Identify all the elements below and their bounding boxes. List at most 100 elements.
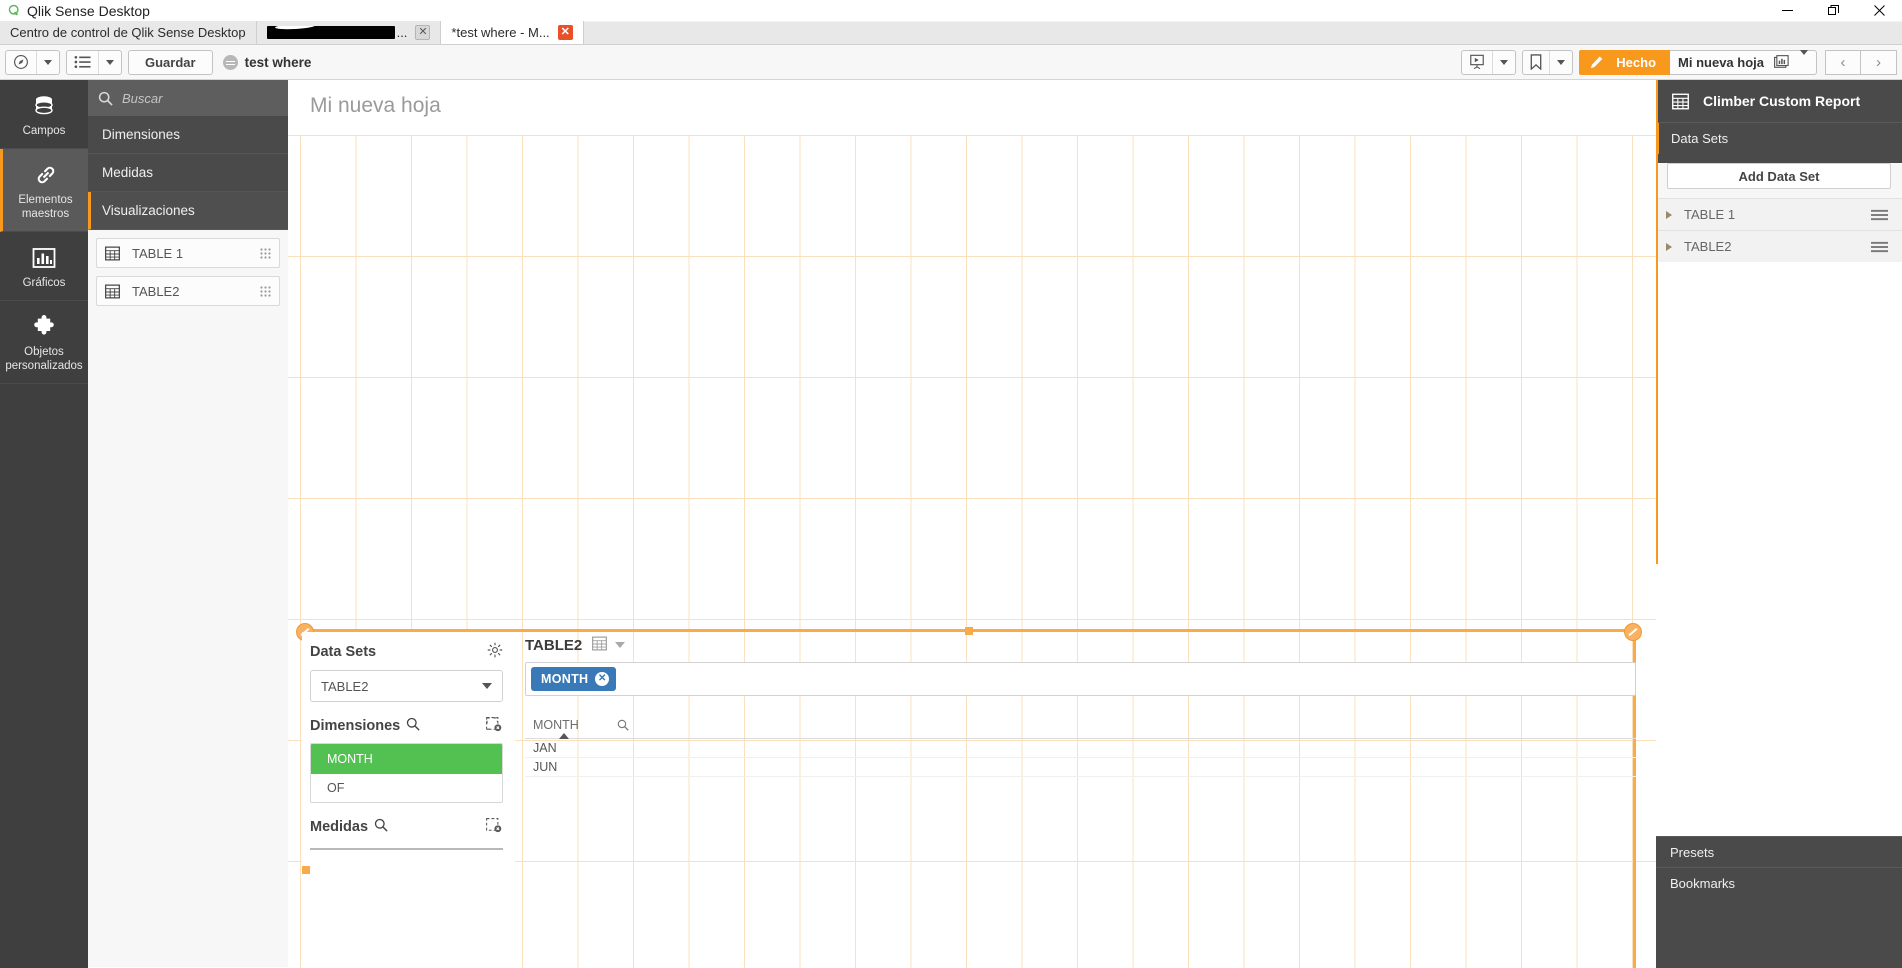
asset-tab-medidas[interactable]: Medidas: [88, 154, 288, 192]
rail-item-objetos-personalizados[interactable]: Objetos personalizados: [0, 301, 88, 384]
prev-sheet-button[interactable]: ‹: [1825, 49, 1861, 75]
object-config-panel: Data Sets TABLE2 Dimensiones MONTH OF Me…: [302, 632, 515, 968]
right-property-panel: Climber Custom Report Data Sets Add Data…: [1656, 80, 1902, 968]
clear-selection-icon[interactable]: [486, 716, 503, 736]
search-icon[interactable]: [374, 818, 388, 836]
cell-blank: [645, 757, 755, 777]
tab-control-center[interactable]: Centro de control de Qlik Sense Desktop: [0, 21, 257, 44]
asset-card-label: TABLE 1: [132, 245, 184, 261]
property-row-table2[interactable]: TABLE2: [1656, 230, 1902, 262]
next-sheet-button[interactable]: ›: [1861, 49, 1897, 75]
rail-item-label: Gráficos: [22, 277, 66, 289]
property-row-label: TABLE2: [1684, 239, 1732, 254]
app-name-label: test where: [244, 54, 312, 70]
asset-tab-visualizaciones[interactable]: Visualizaciones: [88, 192, 288, 230]
table-icon: [105, 246, 120, 261]
rail-item-elementos-maestros[interactable]: Elementos maestros: [0, 149, 88, 232]
asset-card-label: TABLE2: [132, 283, 180, 299]
gear-icon[interactable]: [487, 642, 503, 662]
storytelling-group[interactable]: [1461, 49, 1517, 75]
done-edit-button[interactable]: Hecho: [1579, 49, 1671, 75]
remove-chip-icon[interactable]: ✕: [595, 672, 610, 686]
table-icon[interactable]: [592, 636, 608, 655]
qlik-logo-icon: [6, 4, 22, 18]
navigation-menu-group[interactable]: [5, 49, 60, 75]
column-header-blank: [975, 716, 1085, 739]
hamburger-icon[interactable]: [1871, 209, 1888, 221]
app-name-display: test where: [222, 54, 312, 70]
drag-grip-icon[interactable]: [260, 285, 271, 297]
table-row[interactable]: JUN: [525, 757, 1636, 777]
drag-grip-icon[interactable]: [260, 247, 271, 259]
data-set-select[interactable]: TABLE2: [310, 670, 503, 702]
clear-selection-icon[interactable]: [486, 817, 503, 837]
triangle-right-icon[interactable]: [1666, 210, 1672, 219]
chevron-down-icon[interactable]: [1550, 51, 1572, 74]
asset-search-bar[interactable]: [88, 80, 288, 116]
property-row-table-1[interactable]: TABLE 1: [1656, 198, 1902, 230]
tab-close-icon[interactable]: ✕: [557, 25, 573, 40]
dimension-label: OF: [327, 781, 345, 795]
tab-test-where[interactable]: *test where - M... ✕: [441, 21, 584, 44]
tab-close-icon[interactable]: ✕: [415, 25, 431, 40]
chevron-down-icon[interactable]: [482, 683, 492, 689]
tab-label: *test where - M...: [451, 25, 550, 40]
cell-blank: [1195, 757, 1305, 777]
climber-custom-report-object[interactable]: Data Sets TABLE2 Dimensiones MONTH OF Me…: [302, 632, 1636, 968]
save-button[interactable]: Guardar: [128, 49, 213, 75]
property-row-label: TABLE 1: [1684, 207, 1736, 222]
dimension-dropzone[interactable]: MONTH ✕: [525, 662, 1636, 696]
resize-handle-bottom-left[interactable]: [302, 866, 310, 874]
bookmark-group[interactable]: [1522, 49, 1574, 75]
rail-item-label: Elementos maestros: [18, 194, 73, 220]
chevron-down-icon[interactable]: [615, 642, 626, 648]
property-section-data-sets[interactable]: Data Sets: [1656, 122, 1902, 154]
table-title-row: TABLE2: [525, 632, 1636, 658]
storytelling-icon[interactable]: [1462, 51, 1492, 74]
table-row[interactable]: JAN: [525, 738, 1636, 758]
maximize-button[interactable]: [1810, 0, 1856, 22]
compass-icon[interactable]: [6, 51, 36, 74]
rail-item-graficos[interactable]: Gráficos: [0, 232, 88, 301]
property-panel-accent-edge: [1656, 80, 1658, 564]
list-icon[interactable]: [67, 51, 98, 74]
rail-item-campos[interactable]: Campos: [0, 80, 88, 149]
cell-month[interactable]: JAN: [525, 738, 645, 758]
page-title: Mi nueva hoja: [310, 94, 441, 117]
column-header-blank: [645, 716, 755, 739]
tab-ellipsis: ...: [396, 25, 408, 40]
cell-blank: [645, 738, 755, 758]
chevron-down-icon[interactable]: [1493, 51, 1515, 74]
column-header-month[interactable]: MONTH: [525, 716, 645, 739]
dimension-item-of[interactable]: OF: [311, 774, 502, 802]
asset-card-table-1[interactable]: TABLE 1: [96, 238, 280, 268]
asset-card-table2[interactable]: TABLE2: [96, 276, 280, 306]
search-input[interactable]: [122, 90, 262, 106]
dimension-item-month[interactable]: MONTH: [311, 744, 502, 774]
add-data-set-button[interactable]: Add Data Set: [1667, 163, 1891, 189]
hamburger-icon[interactable]: [1871, 241, 1888, 253]
tab-redacted-app[interactable]: ... ✕: [256, 21, 442, 44]
chevron-down-icon[interactable]: [37, 51, 59, 74]
close-button[interactable]: [1856, 0, 1902, 22]
pencil-icon: [1589, 55, 1604, 70]
measures-heading: Medidas: [310, 813, 503, 841]
minimize-button[interactable]: [1764, 0, 1810, 22]
search-icon[interactable]: [406, 717, 420, 735]
sheet-selector[interactable]: Mi nueva hoja: [1670, 49, 1817, 75]
property-section-label: Presets: [1670, 844, 1715, 860]
asset-tab-dimensiones[interactable]: Dimensiones: [88, 116, 288, 154]
property-panel-body: Add Data Set TABLE 1 TABLE2: [1656, 163, 1902, 836]
search-icon[interactable]: [617, 719, 629, 734]
property-section-presets[interactable]: Presets: [1656, 836, 1902, 867]
bookmark-icon[interactable]: [1523, 51, 1549, 74]
dimension-chip-month[interactable]: MONTH ✕: [531, 667, 617, 691]
cell-month[interactable]: JUN: [525, 757, 645, 777]
asset-tab-label: Visualizaciones: [102, 203, 195, 218]
chevron-down-icon[interactable]: [99, 51, 121, 74]
triangle-right-icon[interactable]: [1666, 242, 1672, 251]
sheets-menu-group[interactable]: [66, 49, 122, 75]
property-section-bookmarks[interactable]: Bookmarks: [1656, 867, 1902, 898]
chevron-down-icon[interactable]: [1800, 49, 1808, 70]
cell-blank: [1085, 738, 1195, 758]
